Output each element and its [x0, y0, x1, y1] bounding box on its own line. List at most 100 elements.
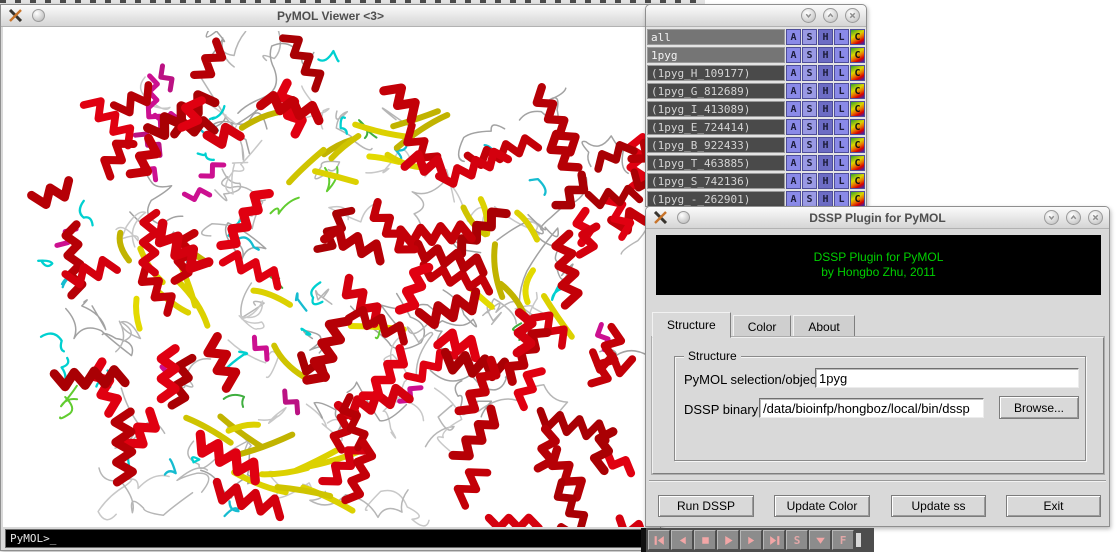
step-back-button[interactable] [671, 530, 693, 550]
s-menu-button[interactable]: S [802, 65, 817, 81]
c-menu-button[interactable]: C [850, 83, 865, 99]
s-menu-button[interactable]: S [802, 119, 817, 135]
dssp-binary-input[interactable] [759, 398, 984, 418]
exit-button[interactable]: Exit [1006, 495, 1101, 517]
x-logo-icon [8, 9, 23, 22]
c-menu-button[interactable]: C [850, 155, 865, 171]
object-row: (1pyg_T_463885)ASHLC [647, 155, 865, 171]
l-menu-button[interactable]: L [834, 191, 849, 207]
a-menu-button[interactable]: A [786, 173, 801, 189]
tab-structure[interactable]: Structure [652, 312, 731, 338]
object-name-button[interactable]: (1pyg_E_724414) [647, 119, 785, 135]
h-menu-button[interactable]: H [818, 137, 833, 153]
c-menu-button[interactable]: C [850, 137, 865, 153]
window-menu-icon[interactable] [32, 9, 45, 22]
a-menu-button[interactable]: A [786, 29, 801, 45]
viewer-canvas[interactable] [3, 27, 658, 527]
l-menu-button[interactable]: L [834, 173, 849, 189]
s-menu-button[interactable]: S [802, 47, 817, 63]
a-menu-button[interactable]: A [786, 83, 801, 99]
step-forward-icon [745, 534, 758, 547]
shade-button[interactable] [1044, 210, 1059, 225]
object-panel-titlebar[interactable] [646, 5, 866, 27]
c-menu-button[interactable]: C [850, 191, 865, 207]
a-menu-button[interactable]: A [786, 119, 801, 135]
s-menu-button[interactable]: S [802, 173, 817, 189]
c-menu-button[interactable]: C [850, 173, 865, 189]
object-name-button[interactable]: (1pyg_I_413089) [647, 101, 785, 117]
stop-button[interactable] [694, 530, 716, 550]
s-menu-button[interactable]: S [802, 155, 817, 171]
s-menu-button[interactable]: S [802, 137, 817, 153]
a-menu-button[interactable]: A [786, 65, 801, 81]
dssp-window-title: DSSP Plugin for PyMOL [646, 211, 1109, 225]
pymol-viewer-window: PyMOL Viewer <3> PyMOL>_ [0, 4, 661, 551]
s-button[interactable]: S [786, 530, 808, 550]
s-menu-button[interactable]: S [802, 101, 817, 117]
a-menu-button[interactable]: A [786, 155, 801, 171]
s-menu-button[interactable]: S [802, 83, 817, 99]
window-menu-icon[interactable] [677, 211, 690, 224]
command-line-input[interactable]: PyMOL>_ [5, 529, 657, 548]
selection-input[interactable] [815, 368, 1079, 388]
maximize-button[interactable] [823, 8, 838, 23]
h-menu-button[interactable]: H [818, 65, 833, 81]
update-color-button[interactable]: Update Color [774, 495, 870, 517]
a-menu-button[interactable]: A [786, 191, 801, 207]
protein-structure-view[interactable] [13, 31, 658, 527]
tab-color[interactable]: Color [733, 315, 792, 338]
skip-end-icon [768, 534, 781, 547]
h-menu-button[interactable]: H [818, 101, 833, 117]
a-menu-button[interactable]: A [786, 101, 801, 117]
object-name-button[interactable]: (1pyg_S_742136) [647, 173, 785, 189]
object-name-button[interactable]: (1pyg_B_922433) [647, 137, 785, 153]
step-forward-button[interactable] [740, 530, 762, 550]
viewer-titlebar[interactable]: PyMOL Viewer <3> [1, 5, 660, 27]
object-name-button[interactable]: 1pyg [647, 47, 785, 63]
l-menu-button[interactable]: L [834, 155, 849, 171]
update-ss-button[interactable]: Update ss [891, 495, 986, 517]
skip-end-button[interactable] [763, 530, 785, 550]
c-menu-button[interactable]: C [850, 47, 865, 63]
browse-button[interactable]: Browse... [999, 396, 1079, 419]
h-menu-button[interactable]: H [818, 119, 833, 135]
object-name-button[interactable]: (1pyg_H_109177) [647, 65, 785, 81]
l-menu-button[interactable]: L [834, 137, 849, 153]
s-menu-button[interactable]: S [802, 29, 817, 45]
a-menu-button[interactable]: A [786, 137, 801, 153]
l-menu-button[interactable]: L [834, 119, 849, 135]
c-menu-button[interactable]: C [850, 65, 865, 81]
c-menu-button[interactable]: C [850, 29, 865, 45]
l-menu-button[interactable]: L [834, 65, 849, 81]
h-menu-button[interactable]: H [818, 83, 833, 99]
f-button[interactable]: F [832, 530, 854, 550]
close-button[interactable] [845, 8, 860, 23]
shade-button[interactable] [801, 8, 816, 23]
object-name-button[interactable]: (1pyg_-_262901) [647, 191, 785, 207]
maximize-button[interactable] [1066, 210, 1081, 225]
close-button[interactable] [1088, 210, 1103, 225]
l-menu-button[interactable]: L [834, 29, 849, 45]
h-menu-button[interactable]: H [818, 155, 833, 171]
h-menu-button[interactable]: H [818, 47, 833, 63]
dssp-titlebar[interactable]: DSSP Plugin for PyMOL [646, 207, 1109, 229]
s-menu-button[interactable]: S [802, 191, 817, 207]
object-name-button[interactable]: (1pyg_G_812689) [647, 83, 785, 99]
skip-start-button[interactable] [648, 530, 670, 550]
run-dssp-button[interactable]: Run DSSP [658, 495, 754, 517]
h-menu-button[interactable]: H [818, 173, 833, 189]
c-menu-button[interactable]: C [850, 101, 865, 117]
l-menu-button[interactable]: L [834, 47, 849, 63]
object-name-button[interactable]: all [647, 29, 785, 45]
a-menu-button[interactable]: A [786, 47, 801, 63]
h-menu-button[interactable]: H [818, 29, 833, 45]
c-menu-button[interactable]: C [850, 119, 865, 135]
frame-menu-button[interactable] [809, 530, 831, 550]
play-button[interactable] [717, 530, 739, 550]
object-name-button[interactable]: (1pyg_T_463885) [647, 155, 785, 171]
h-menu-button[interactable]: H [818, 191, 833, 207]
object-row: (1pyg_G_812689)ASHLC [647, 83, 865, 99]
l-menu-button[interactable]: L [834, 101, 849, 117]
tab-about[interactable]: About [793, 315, 854, 338]
l-menu-button[interactable]: L [834, 83, 849, 99]
